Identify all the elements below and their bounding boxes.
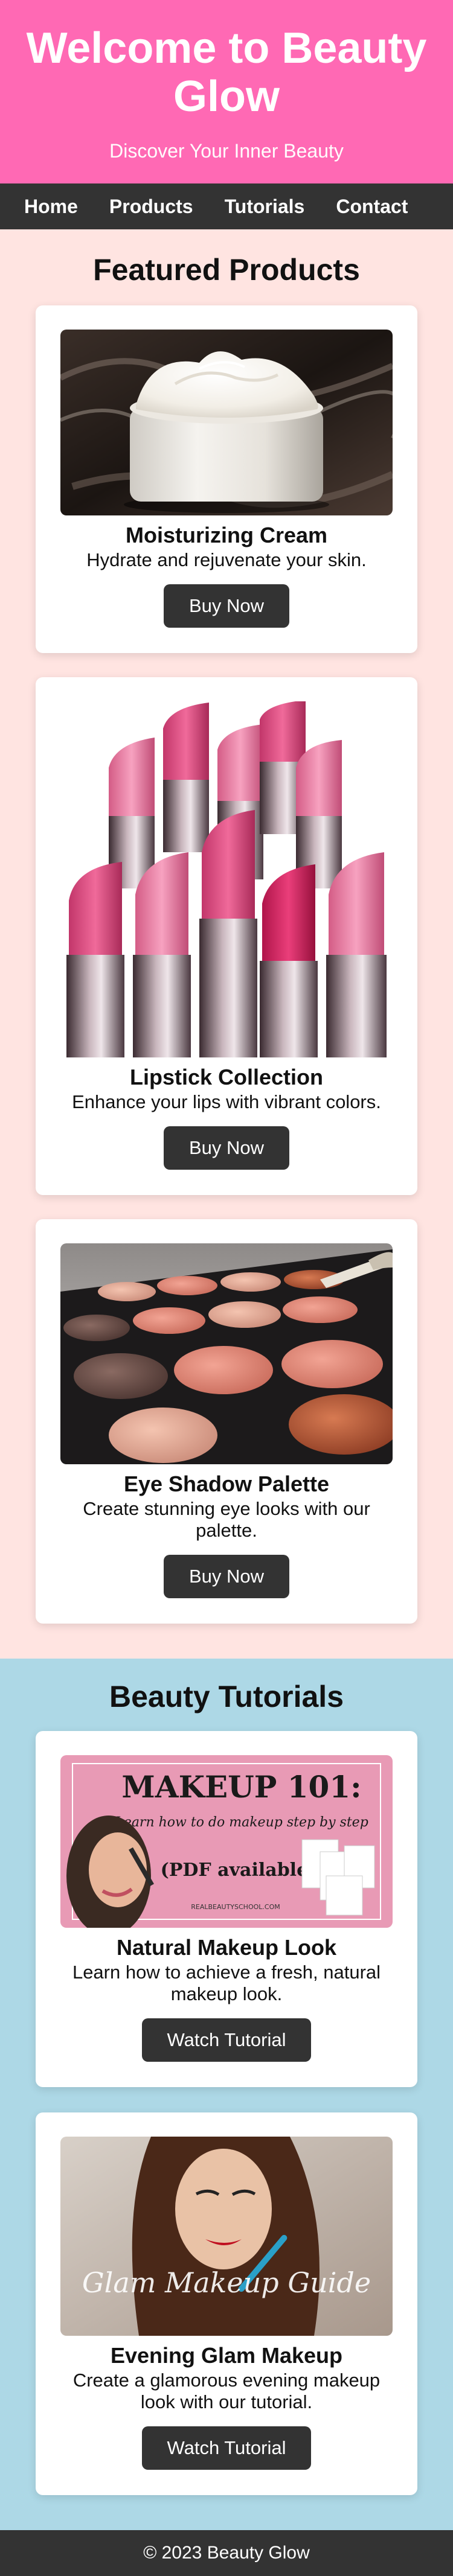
nav-products[interactable]: Products [109,196,193,218]
beauty-tutorials-section: Beauty Tutorials MAKEUP 101: Learn how t… [0,1659,453,2530]
glam-makeup-script: Glam Makeup Guide [82,2266,371,2299]
makeup-101-script: Learn how to do makeup step by step [114,1815,368,1830]
buy-now-button[interactable]: Buy Now [163,584,290,628]
product-card-lipstick-collection: Lipstick Collection Enhance your lips wi… [36,677,417,1195]
makeup-101-headline: MAKEUP 101: [121,1769,361,1805]
watch-tutorial-button[interactable]: Watch Tutorial [141,2426,312,2470]
main-nav: Home Products Tutorials Contact [0,183,453,229]
cream-jar-image [60,330,393,515]
tutorial-description: Learn how to achieve a fresh, natural ma… [72,1962,381,2004]
makeup-101-site: REALBEAUTYSCHOOL.COM [191,1903,280,1911]
featured-products-section: Featured Products Moisturizing Cream Hyd… [0,229,453,1659]
tutorial-card-natural-makeup: MAKEUP 101: Learn how to do makeup step … [36,1731,417,2087]
buy-now-button[interactable]: Buy Now [163,1126,290,1170]
lipsticks-image [60,701,393,1057]
tutorial-card-evening-glam: Glam Makeup Guide Evening Glam Makeup Cr… [36,2112,417,2495]
nav-tutorials[interactable]: Tutorials [225,196,305,218]
nav-contact[interactable]: Contact [336,196,408,218]
featured-products-heading: Featured Products [93,253,360,287]
product-title: Moisturizing Cream [125,523,328,547]
product-description: Enhance your lips with vibrant colors. [72,1091,381,1112]
tutorial-description: Create a glamorous evening makeup look w… [72,2370,381,2412]
product-description: Hydrate and rejuvenate your skin. [86,549,367,570]
site-header: Welcome to Beauty Glow Discover Your Inn… [0,0,453,183]
watch-tutorial-button[interactable]: Watch Tutorial [141,2018,312,2062]
site-footer: © 2023 Beauty Glow [0,2530,453,2576]
product-card-eye-shadow-palette: Eye Shadow Palette Create stunning eye l… [36,1219,417,1624]
nav-home[interactable]: Home [24,196,78,218]
makeup-101-image: MAKEUP 101: Learn how to do makeup step … [60,1755,393,1928]
footer-copyright: © 2023 Beauty Glow [143,2543,310,2563]
product-title: Lipstick Collection [129,1065,324,1089]
eyeshadow-palette-image [60,1243,393,1464]
tutorial-title: Natural Makeup Look [116,1935,337,1960]
product-card-moisturizing-cream: Moisturizing Cream Hydrate and rejuvenat… [36,305,417,653]
site-tagline: Discover Your Inner Beauty [109,140,344,162]
site-title: Welcome to Beauty Glow [26,24,427,121]
buy-now-button[interactable]: Buy Now [163,1555,290,1598]
glam-makeup-image: Glam Makeup Guide [60,2137,393,2336]
tutorial-title: Evening Glam Makeup [110,2343,343,2368]
makeup-101-note: (PDF available) [161,1860,317,1881]
product-title: Eye Shadow Palette [123,1471,330,1496]
product-description: Create stunning eye looks with our palet… [83,1498,370,1541]
beauty-tutorials-heading: Beauty Tutorials [109,1680,344,1714]
